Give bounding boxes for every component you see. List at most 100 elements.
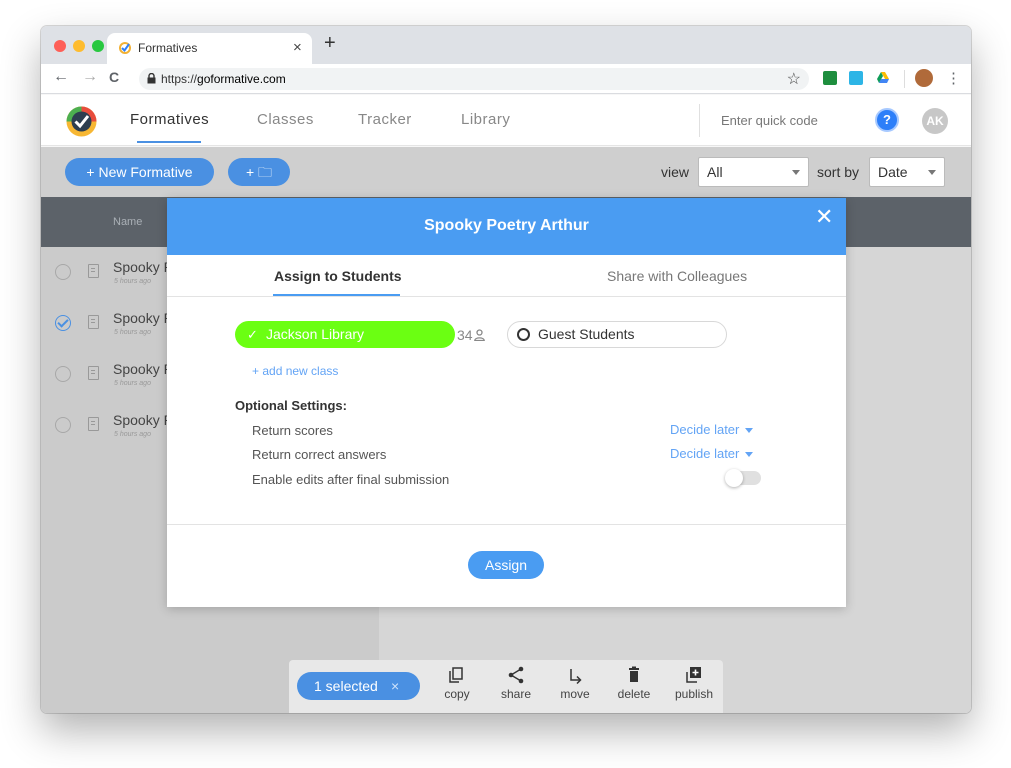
delete-button[interactable]: delete xyxy=(609,666,659,701)
copy-button[interactable]: copy xyxy=(432,666,482,701)
chevron-down-icon xyxy=(745,452,754,458)
return-scores-value: Decide later xyxy=(670,422,740,437)
row-select-radio[interactable] xyxy=(55,366,71,382)
row-time: 5 hours ago xyxy=(114,329,151,336)
trash-icon xyxy=(629,666,639,682)
row-title[interactable]: Spooky P xyxy=(113,310,173,326)
return-scores-dropdown[interactable]: Decide later xyxy=(670,422,754,437)
share-button[interactable]: share xyxy=(491,666,541,701)
view-label: view xyxy=(661,164,690,180)
nav-tab-tracker[interactable]: Tracker xyxy=(358,111,412,128)
row-title[interactable]: Spooky P xyxy=(113,259,173,275)
row-time: 5 hours ago xyxy=(114,380,151,387)
name-column-header[interactable]: Name xyxy=(113,216,142,228)
move-button[interactable]: move xyxy=(550,666,600,701)
bookmark-star-icon[interactable]: ☆ xyxy=(787,69,801,89)
check-icon: ✓ xyxy=(247,327,258,342)
copy-icon xyxy=(449,667,463,683)
url-field[interactable]: https://goformative.com ☆ xyxy=(139,68,809,90)
class-name: Jackson Library xyxy=(266,326,365,342)
toggle-knob xyxy=(725,469,743,487)
copy-label: copy xyxy=(444,687,470,701)
formative-logo-icon[interactable] xyxy=(65,105,98,138)
photos-extension-icon[interactable] xyxy=(849,71,863,85)
delete-label: delete xyxy=(617,687,651,701)
minimize-window-button[interactable] xyxy=(73,40,85,52)
reload-icon[interactable]: C xyxy=(109,69,119,85)
app-header: Formatives Classes Tracker Library Enter… xyxy=(41,95,971,146)
sort-select[interactable]: Date xyxy=(869,157,945,187)
guest-students-button[interactable]: Guest Students xyxy=(507,321,727,348)
close-icon[interactable]: ✕ xyxy=(815,206,833,228)
assign-button[interactable]: Assign xyxy=(468,551,544,579)
guest-radio-icon xyxy=(517,328,530,341)
move-icon xyxy=(570,669,582,685)
share-icon xyxy=(508,666,524,684)
profile-avatar[interactable] xyxy=(915,69,933,87)
help-icon[interactable]: ? xyxy=(875,108,899,132)
enable-edits-label: Enable edits after final submission xyxy=(252,472,450,487)
return-correct-answers-dropdown[interactable]: Decide later xyxy=(670,446,754,461)
row-select-radio[interactable] xyxy=(55,417,71,433)
browser-tab[interactable]: Formatives × xyxy=(107,33,312,64)
chevron-down-icon xyxy=(745,428,754,434)
back-icon[interactable]: ← xyxy=(53,68,69,86)
guest-students-label: Guest Students xyxy=(538,326,635,342)
browser-menu-icon[interactable]: ⋮ xyxy=(946,69,961,87)
modal-tab-divider xyxy=(167,296,846,297)
lock-icon xyxy=(147,73,156,84)
tab-close-icon[interactable]: × xyxy=(293,39,302,56)
classroom-extension-icon[interactable] xyxy=(823,71,837,85)
tab-title: Formatives xyxy=(138,41,198,55)
nav-tab-formatives[interactable]: Formatives xyxy=(130,111,209,128)
modal-header: Spooky Poetry Arthur ✕ xyxy=(167,198,846,255)
new-tab-button[interactable]: + xyxy=(324,32,336,55)
zoom-window-button[interactable] xyxy=(92,40,104,52)
selected-count-pill[interactable]: 1 selected × xyxy=(297,672,420,700)
return-scores-label: Return scores xyxy=(252,423,333,438)
forward-icon[interactable]: → xyxy=(82,68,98,86)
sort-select-value: Date xyxy=(878,164,908,180)
row-select-radio[interactable] xyxy=(55,264,71,280)
row-select-radio[interactable] xyxy=(55,315,71,331)
return-correct-answers-label: Return correct answers xyxy=(252,447,387,462)
new-folder-button[interactable]: + 🗀 xyxy=(228,158,290,186)
clear-selection-icon[interactable]: × xyxy=(391,672,399,700)
new-formative-button[interactable]: + New Formative xyxy=(65,158,214,186)
toolbar-divider xyxy=(904,70,905,88)
view-select[interactable]: All xyxy=(698,157,809,187)
header-divider xyxy=(699,104,700,137)
quick-code-input[interactable]: Enter quick code xyxy=(721,113,818,128)
publish-button[interactable]: publish xyxy=(669,666,719,701)
nav-tab-library[interactable]: Library xyxy=(461,111,510,128)
view-select-value: All xyxy=(707,164,723,180)
document-icon xyxy=(88,366,99,380)
drive-extension-icon[interactable] xyxy=(876,71,890,85)
close-window-button[interactable] xyxy=(54,40,66,52)
person-icon xyxy=(473,329,485,342)
student-count: 34 xyxy=(457,327,485,343)
row-title[interactable]: Spooky P xyxy=(113,412,173,428)
tab-assign-to-students[interactable]: Assign to Students xyxy=(274,268,402,284)
active-tab-underline xyxy=(137,141,201,143)
enable-edits-toggle[interactable] xyxy=(725,469,761,487)
class-jackson-library-button[interactable]: ✓ Jackson Library xyxy=(235,321,455,348)
modal-footer-divider xyxy=(167,524,846,525)
modal-title: Spooky Poetry Arthur xyxy=(424,217,589,234)
tab-bar: Formatives × + xyxy=(41,26,971,64)
url-scheme: https:// xyxy=(161,72,198,86)
nav-tab-classes[interactable]: Classes xyxy=(257,111,314,128)
row-time: 5 hours ago xyxy=(114,431,151,438)
optional-settings-title: Optional Settings: xyxy=(235,398,347,413)
student-count-value: 34 xyxy=(457,327,473,343)
row-time: 5 hours ago xyxy=(114,278,151,285)
publish-label: publish xyxy=(674,687,714,701)
address-bar: ← → C https://goformative.com ☆ ⋮ xyxy=(41,64,971,94)
row-title[interactable]: Spooky P xyxy=(113,361,173,377)
user-avatar[interactable]: AK xyxy=(922,108,948,134)
tab-share-with-colleagues[interactable]: Share with Colleagues xyxy=(607,268,747,284)
document-icon xyxy=(88,264,99,278)
add-new-class-link[interactable]: + add new class xyxy=(252,364,338,378)
selection-action-bar: 1 selected × copy share move delete publ… xyxy=(289,660,723,713)
chevron-down-icon xyxy=(928,170,936,175)
